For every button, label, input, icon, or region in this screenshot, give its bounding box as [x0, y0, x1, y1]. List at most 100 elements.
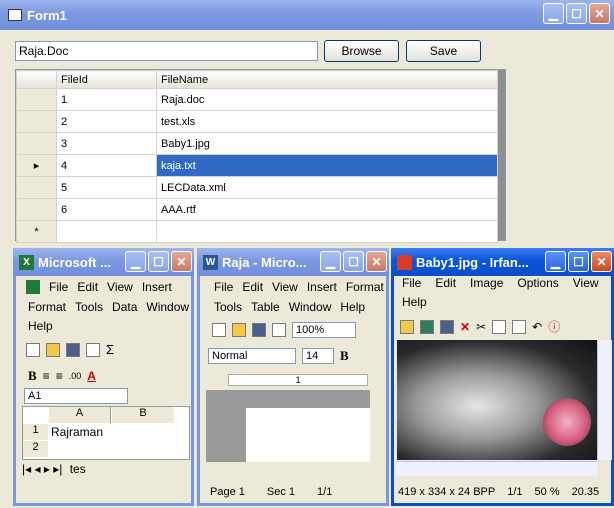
undo-icon[interactable]: ↶ — [532, 320, 542, 334]
menu-image[interactable]: Image — [470, 276, 503, 290]
new-icon[interactable] — [212, 323, 226, 337]
cell-filename[interactable]: AAA.rtf — [156, 198, 498, 221]
menu-view[interactable]: View — [573, 276, 599, 290]
menu-window[interactable]: Window — [289, 300, 332, 314]
save-icon[interactable] — [252, 323, 266, 337]
slideshow-icon[interactable] — [420, 319, 434, 334]
cell-filename[interactable] — [156, 220, 498, 243]
close-button[interactable]: ✕ — [589, 3, 610, 24]
menu-help[interactable]: Help — [28, 319, 53, 333]
bold-button[interactable]: B — [340, 348, 349, 364]
current-row-arrow-icon[interactable]: ▸ — [16, 154, 57, 177]
files-datagrid[interactable]: FileId FileName 1 Raja.doc 2 test.xls 3 Bab… — [15, 69, 506, 243]
irfanview-titlebar[interactable]: Baby1.jpg - Irfan... ▁ ☐ ✕ — [391, 248, 614, 276]
menu-edit[interactable]: Edit — [242, 280, 263, 294]
menu-data[interactable]: Data — [112, 300, 137, 314]
menu-view[interactable]: View — [107, 280, 133, 294]
row-header[interactable] — [16, 198, 57, 221]
horizontal-ruler[interactable]: 1 — [228, 374, 368, 386]
cell-filename[interactable]: kaja.txt — [156, 154, 498, 177]
menu-help[interactable]: Help — [340, 300, 365, 314]
style-select[interactable]: Normal — [208, 348, 296, 364]
minimize-button[interactable]: ▁ — [320, 251, 341, 272]
open-folder-icon[interactable] — [232, 323, 246, 337]
menu-insert[interactable]: Insert — [307, 280, 337, 294]
file-path-input[interactable] — [15, 41, 318, 61]
font-size-select[interactable]: 14 — [302, 348, 334, 364]
maximize-button[interactable]: ☐ — [568, 251, 589, 272]
row-header[interactable] — [16, 132, 57, 155]
info-icon[interactable]: ⓘ — [548, 318, 560, 335]
minimize-button[interactable]: ▁ — [545, 251, 566, 272]
table-row[interactable]: 6 AAA.rtf — [16, 198, 498, 221]
word-titlebar[interactable]: W Raja - Micro... ▁ ☐ ✕ — [197, 248, 389, 276]
cell-fileid[interactable]: 1 — [56, 88, 157, 111]
row-header[interactable] — [16, 176, 57, 199]
document-page[interactable] — [246, 408, 370, 462]
save-icon[interactable] — [440, 319, 454, 334]
image-viewport[interactable] — [397, 340, 597, 460]
menu-file[interactable]: File — [49, 280, 68, 294]
horizontal-scrollbar[interactable] — [397, 461, 597, 476]
table-row[interactable]: 5 LECData.xml — [16, 176, 498, 199]
minimize-button[interactable]: ▁ — [125, 251, 146, 272]
column-header-fileid[interactable]: FileId — [56, 70, 157, 89]
row-header-1[interactable]: 1 — [23, 424, 48, 440]
irfanview-window[interactable]: Baby1.jpg - Irfan... ▁ ☐ ✕ File Edit Ima… — [391, 248, 614, 506]
table-row-selected[interactable]: ▸ 4 kaja.txt — [16, 154, 498, 177]
table-row[interactable]: 2 test.xls — [16, 110, 498, 133]
name-box[interactable]: A1 — [24, 388, 128, 404]
form1-titlebar[interactable]: Form1 ▁ ☐ ✕ — [0, 0, 614, 30]
menu-file[interactable]: File — [402, 276, 421, 290]
excel-titlebar[interactable]: X Microsoft ... ▁ ☐ ✕ — [13, 248, 194, 276]
cut-icon[interactable]: ✂ — [476, 320, 486, 334]
table-icon[interactable] — [272, 323, 286, 337]
cell-filename[interactable]: Raja.doc — [156, 88, 498, 111]
cell-filename[interactable]: Baby1.jpg — [156, 132, 498, 155]
excel-window[interactable]: X Microsoft ... ▁ ☐ ✕ File Edit View Ins… — [13, 248, 194, 506]
column-header-filename[interactable]: FileName — [156, 70, 498, 89]
new-icon[interactable] — [26, 342, 40, 357]
save-icon[interactable] — [66, 342, 80, 357]
maximize-button[interactable]: ☐ — [343, 251, 364, 272]
menu-tools[interactable]: Tools — [214, 300, 242, 314]
menu-file[interactable]: File — [214, 280, 233, 294]
open-folder-icon[interactable] — [46, 342, 60, 357]
align-center-icon[interactable]: ≡ — [56, 369, 63, 383]
close-button[interactable]: ✕ — [366, 251, 387, 272]
word-window[interactable]: W Raja - Micro... ▁ ☐ ✕ File Edit View I… — [197, 248, 389, 506]
menu-options[interactable]: Options — [517, 276, 558, 290]
table-row[interactable]: 1 Raja.doc — [16, 88, 498, 111]
menu-format[interactable]: Format — [28, 300, 66, 314]
save-button[interactable]: Save — [406, 40, 481, 62]
menu-tools[interactable]: Tools — [75, 300, 103, 314]
excel-sheet-grid[interactable]: A B 1 2 Rajraman — [22, 406, 190, 460]
cell-fileid[interactable]: 3 — [56, 132, 157, 155]
cell-filename[interactable]: LECData.xml — [156, 176, 498, 199]
align-left-icon[interactable]: ≡ — [43, 369, 50, 383]
delete-icon[interactable]: ✕ — [460, 320, 470, 334]
close-button[interactable]: ✕ — [171, 251, 192, 272]
sheet-tab[interactable]: tes — [70, 462, 86, 476]
format-painter-icon[interactable] — [86, 342, 100, 357]
minimize-button[interactable]: ▁ — [543, 3, 564, 24]
vertical-scrollbar[interactable] — [597, 340, 612, 460]
column-header-a[interactable]: A — [49, 407, 111, 423]
paste-icon[interactable] — [512, 319, 527, 334]
cell-filename[interactable]: test.xls — [156, 110, 498, 133]
row-header[interactable] — [16, 88, 57, 111]
cell-fileid[interactable]: 6 — [56, 198, 157, 221]
maximize-button[interactable]: ☐ — [148, 251, 169, 272]
open-folder-icon[interactable] — [400, 319, 414, 334]
menu-view[interactable]: View — [272, 280, 298, 294]
bold-button[interactable]: B — [28, 368, 37, 384]
increase-decimal-icon[interactable]: .00 — [69, 371, 82, 381]
cell-fileid[interactable]: 4 — [56, 154, 157, 177]
table-row[interactable]: 3 Baby1.jpg — [16, 132, 498, 155]
menu-help[interactable]: Help — [402, 295, 427, 309]
menu-insert[interactable]: Insert — [142, 280, 172, 294]
close-button[interactable]: ✕ — [591, 251, 612, 272]
sheet-nav-icon[interactable]: |◂ ◂ ▸ ▸| — [22, 462, 62, 476]
row-header-2[interactable]: 2 — [23, 441, 48, 457]
font-color-button[interactable]: A — [87, 369, 96, 383]
